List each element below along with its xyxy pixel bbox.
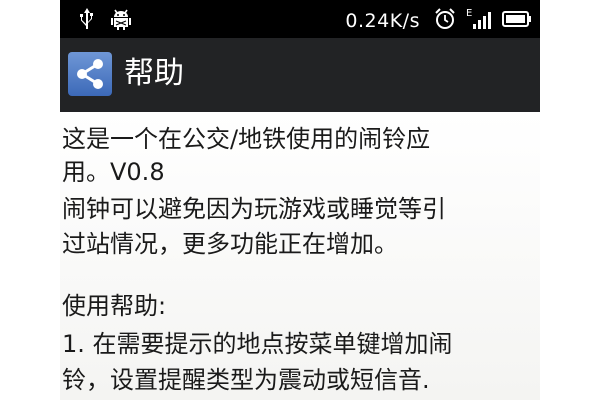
battery-icon — [502, 7, 532, 35]
usage-step-line: 1. 在需要提示的地点按菜单键增加闹 — [62, 330, 453, 358]
intro-line: 这是一个在公交/地铁使用的闹铃应 — [62, 125, 431, 153]
usage-heading: 使用帮助: — [62, 292, 167, 320]
alarm-clock-icon — [434, 7, 456, 35]
phone-screen: 0.24K/s E 帮助 这是一个在公交/地铁使用的闹铃应 用。V0.8 闹钟可… — [60, 0, 540, 400]
status-bar-notifications — [78, 7, 132, 35]
page-title: 帮助 — [124, 56, 184, 91]
usage-step-line: 铃，设置提醒类型为震动或短信音. — [62, 366, 430, 394]
version-line: 用。V0.8 — [62, 158, 165, 186]
description-line: 过站情况，更多功能正在增加。 — [62, 230, 398, 258]
screenshot-page: 0.24K/s E 帮助 这是一个在公交/地铁使用的闹铃应 用。V0.8 闹钟可… — [0, 0, 600, 400]
action-bar: 帮助 — [60, 38, 540, 113]
signal-type-label: E — [466, 8, 472, 19]
usb-icon — [78, 7, 96, 35]
share-icon[interactable] — [68, 52, 112, 96]
status-bar: 0.24K/s E — [60, 0, 540, 38]
description-line: 闹钟可以避免因为玩游戏或睡觉等引 — [62, 195, 446, 223]
network-speed: 0.24K/s — [345, 10, 420, 32]
help-content[interactable]: 这是一个在公交/地铁使用的闹铃应 用。V0.8 闹钟可以避免因为玩游戏或睡觉等引… — [60, 112, 540, 400]
signal-bars-icon: E — [466, 7, 492, 35]
android-debug-icon — [110, 7, 132, 35]
status-bar-system: 0.24K/s E — [345, 7, 532, 35]
